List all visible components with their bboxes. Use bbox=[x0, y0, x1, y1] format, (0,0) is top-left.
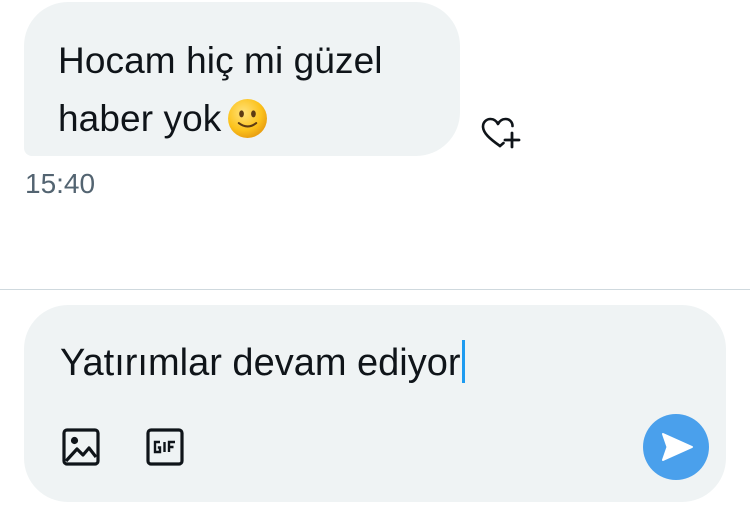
gif-icon[interactable] bbox=[145, 427, 185, 467]
send-icon bbox=[662, 433, 693, 461]
message-input[interactable]: Yatırımlar devam ediyor bbox=[60, 338, 465, 388]
message-line-2: haber yok bbox=[58, 90, 440, 148]
heart-plus-icon[interactable] bbox=[480, 116, 522, 152]
slightly-smiling-face-emoji-icon bbox=[228, 99, 268, 138]
message-line-1: Hocam hiç mi güzel bbox=[58, 40, 383, 81]
divider bbox=[0, 289, 750, 290]
text-caret bbox=[461, 340, 465, 383]
message-input-text: Yatırımlar devam ediyor bbox=[60, 342, 461, 384]
message-composer[interactable]: Yatırımlar devam ediyor bbox=[24, 305, 726, 502]
message-line-2-text: haber yok bbox=[58, 98, 222, 139]
received-message-bubble[interactable]: Hocam hiç mi güzel haber yok bbox=[24, 2, 460, 156]
send-button[interactable] bbox=[643, 414, 709, 480]
image-icon[interactable] bbox=[61, 427, 101, 467]
message-timestamp: 15:40 bbox=[25, 168, 96, 199]
